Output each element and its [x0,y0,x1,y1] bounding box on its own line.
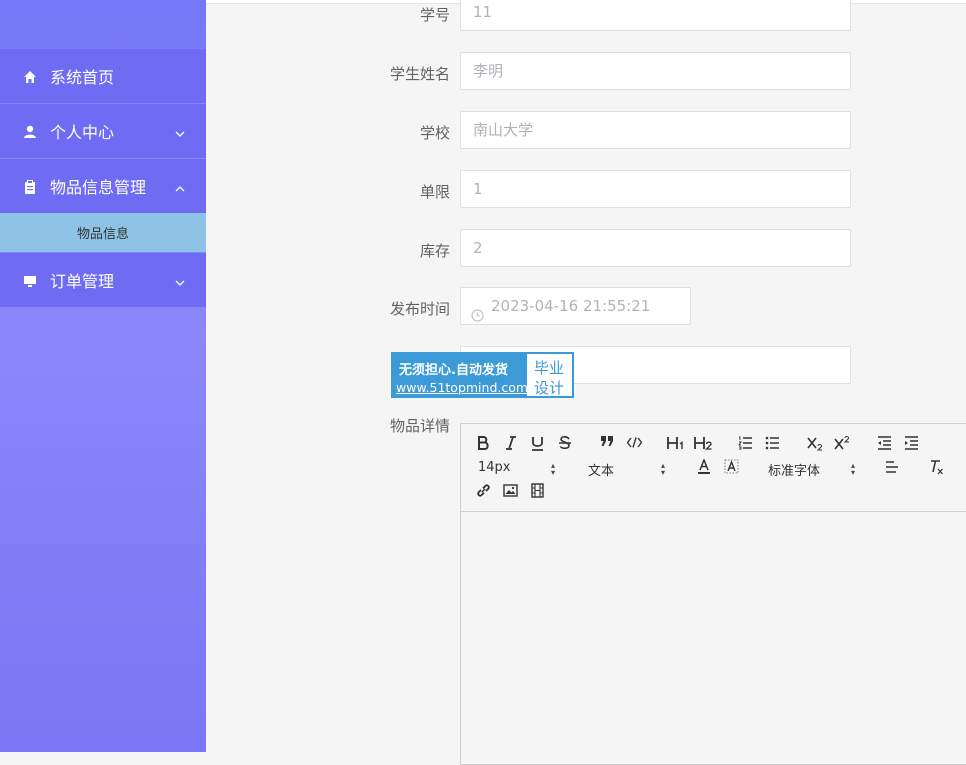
stock-input[interactable]: 2 [460,229,851,267]
sidebar-item-home[interactable]: 系统首页 [0,49,206,104]
italic-icon[interactable] [505,436,517,450]
underline-icon[interactable] [531,436,544,451]
chevron-down-icon [174,274,186,286]
background-color-icon[interactable] [724,459,739,475]
sidebar-item-orders[interactable]: 订单管理 [0,253,206,308]
heading2-icon[interactable] [694,436,713,450]
align-left-icon[interactable] [885,461,899,474]
text-style-value: 文本 [588,464,615,479]
clipboard-icon [23,179,37,194]
heading1-icon[interactable] [667,436,685,450]
font-size-select[interactable]: 14px ▴ ▾ [478,460,558,477]
text-style-select[interactable]: 文本 ▴ ▾ [588,460,668,480]
school-input[interactable]: 南山大学 [460,111,851,149]
field-label-student-name: 学生姓名 [389,65,450,83]
chevron-up-icon [174,180,186,192]
font-family-select[interactable]: 标准字体 ▴ ▾ [768,460,860,480]
limit-input[interactable]: 1 [460,170,851,208]
watermark-right2: 设计 [534,379,565,397]
watermark-badge: 无须担心.自动发货 www.51topmind.com 毕业 设计 [391,352,574,398]
outdent-icon[interactable] [877,436,892,450]
link-icon[interactable] [476,483,491,498]
video-icon[interactable] [531,483,544,498]
font-family-value: 标准字体 [768,464,821,479]
watermark-line1: 无须担心.自动发货 [399,363,508,378]
sidebar: 系统首页 个人中心 物品信息管理 物品信息 订单管理 [0,0,206,752]
sidebar-item-label: 订单管理 [50,272,115,291]
indent-icon[interactable] [904,436,919,450]
font-color-icon[interactable] [697,459,711,475]
clear-format-icon[interactable] [929,459,944,475]
sidebar-subitem-item-info[interactable]: 物品信息 [0,213,206,252]
sidebar-item-profile[interactable]: 个人中心 [0,104,206,159]
publish-time-value: 2023-04-16 21:55:21 [491,297,651,315]
field-label-publish-time: 发布时间 [389,300,450,318]
watermark-line2: www.51topmind.com [396,380,529,395]
field-label-limit: 单限 [419,183,450,201]
editor-toolbar: 14px ▴ ▾ 文本 ▴ ▾ 标准字体 ▴ ▾ [461,424,966,512]
editor-content-area[interactable] [461,512,966,764]
sidebar-item-label: 系统首页 [50,68,115,87]
field-label-student-id: 学号 [419,6,450,24]
sidebar-item-items-management[interactable]: 物品信息管理 [0,159,206,214]
student-id-input[interactable]: 11 [460,0,851,31]
home-icon [23,69,37,83]
watermark-blue-panel: 无须担心.自动发货 www.51topmind.com [393,354,529,396]
font-size-value: 14px [478,460,511,475]
updown-arrow-icon: ▴ ▾ [551,461,556,477]
sidebar-item-label: 物品信息管理 [50,178,147,197]
clock-icon [471,299,484,335]
strikethrough-icon[interactable] [558,436,572,450]
publish-time-picker[interactable]: 2023-04-16 21:55:21 [460,287,691,325]
ordered-list-icon[interactable] [738,436,753,450]
watermark-right1: 毕业 [534,359,565,377]
code-block-icon[interactable] [627,437,642,448]
chevron-down-icon [174,125,186,137]
subscript-icon[interactable] [807,436,823,451]
rich-text-editor[interactable]: 14px ▴ ▾ 文本 ▴ ▾ 标准字体 ▴ ▾ [460,423,966,765]
field-label-stock: 库存 [419,242,450,260]
bold-icon[interactable] [477,436,490,450]
blockquote-icon[interactable] [600,435,614,447]
updown-arrow-icon: ▴ ▾ [661,461,666,477]
bullet-list-icon[interactable] [765,436,780,450]
field-label-school: 学校 [419,124,450,142]
monitor-icon [23,273,37,287]
sidebar-item-label: 个人中心 [50,123,115,142]
field-label-details: 物品详情 [389,417,450,435]
user-icon [23,124,37,138]
image-icon[interactable] [503,484,518,497]
student-name-input[interactable]: 李明 [460,52,851,90]
superscript-icon[interactable] [834,435,850,450]
updown-arrow-icon: ▴ ▾ [851,461,856,477]
